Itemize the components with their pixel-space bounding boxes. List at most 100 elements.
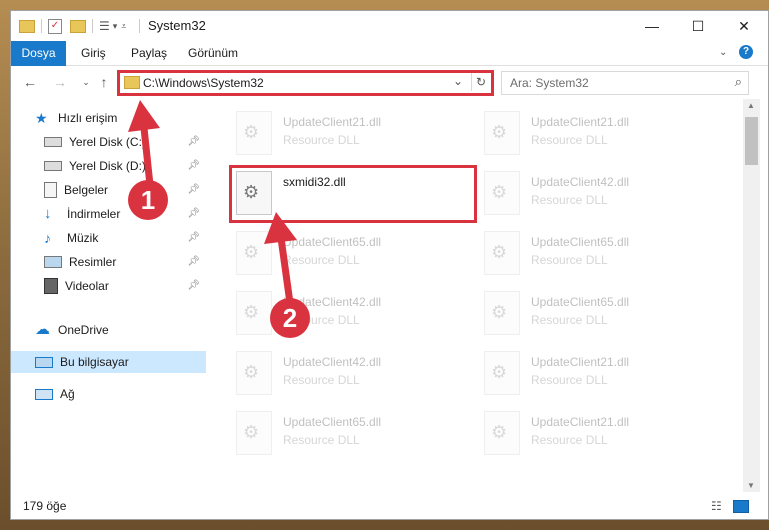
sidebar-item-onedrive[interactable]: ☁ OneDrive bbox=[11, 319, 206, 341]
recent-locations-icon[interactable]: ⌄ bbox=[77, 73, 95, 91]
navigation-pane: ★ Hızlı erişim Yerel Disk (C:) 📌︎ Yerel … bbox=[11, 99, 206, 492]
address-row: ← → ⌄ ↑ C:\Windows\System32 ⌄ ↻ Ara: Sys… bbox=[11, 66, 768, 98]
sidebar-item-label: İndirmeler bbox=[67, 207, 121, 221]
sidebar-item-label: Videolar bbox=[65, 279, 109, 293]
file-item[interactable]: UpdateClient21.dll Resource DLL bbox=[480, 107, 715, 163]
new-folder-icon[interactable] bbox=[70, 19, 86, 33]
file-type: Resource DLL bbox=[283, 253, 360, 267]
file-item[interactable]: UpdateClient65.dll Resource DLL bbox=[232, 407, 467, 463]
sidebar-item-label: Resimler bbox=[69, 255, 117, 269]
file-item[interactable]: UpdateClient42.dll Resource DLL bbox=[232, 347, 467, 403]
dll-file-icon bbox=[236, 231, 272, 275]
dll-file-icon bbox=[236, 351, 272, 395]
customize-toolbar-icon[interactable]: ⩡ bbox=[121, 21, 126, 32]
file-name: UpdateClient21.dll bbox=[531, 115, 630, 129]
file-name: UpdateClient42.dll bbox=[531, 175, 630, 189]
details-view-icon[interactable]: ☷ bbox=[711, 499, 722, 513]
file-name: UpdateClient65.dll bbox=[283, 235, 382, 249]
sidebar-item-music[interactable]: ♪ Müzik 📌︎ bbox=[11, 227, 206, 249]
file-name: UpdateClient65.dll bbox=[531, 235, 630, 249]
sidebar-item-label: OneDrive bbox=[58, 323, 109, 337]
back-icon[interactable]: ← bbox=[21, 73, 39, 91]
file-name: UpdateClient21.dll bbox=[283, 115, 382, 129]
file-item[interactable]: UpdateClient21.dll Resource DLL bbox=[480, 407, 715, 463]
drive-icon bbox=[44, 161, 62, 171]
tab-home[interactable]: Giriş bbox=[71, 41, 116, 65]
search-icon[interactable]: ⌕ bbox=[735, 74, 742, 90]
view-options-icon[interactable]: ☰ bbox=[99, 19, 110, 33]
sidebar-item-this-pc[interactable]: Bu bilgisayar bbox=[11, 351, 206, 373]
file-type: Resource DLL bbox=[531, 313, 608, 327]
tab-share[interactable]: Paylaş bbox=[121, 41, 177, 65]
dll-file-icon bbox=[236, 291, 272, 335]
file-type: Resource DLL bbox=[531, 373, 608, 387]
music-icon: ♪ bbox=[44, 230, 51, 246]
large-icons-view-icon[interactable] bbox=[733, 500, 749, 513]
dll-file-icon bbox=[236, 411, 272, 455]
sidebar-item-label: Yerel Disk (D:) bbox=[69, 159, 146, 173]
item-count: 179 öğe bbox=[23, 499, 67, 513]
search-box[interactable]: Ara: System32 ⌕ bbox=[501, 71, 749, 95]
pin-icon[interactable]: 📌︎ bbox=[187, 184, 200, 195]
file-type: Resource DLL bbox=[531, 193, 608, 207]
sidebar-item-local-disk-c[interactable]: Yerel Disk (C:) 📌︎ bbox=[11, 131, 206, 153]
file-name: UpdateClient65.dll bbox=[283, 415, 382, 429]
file-item[interactable]: UpdateClient21.dll Resource DLL bbox=[232, 107, 467, 163]
scroll-up-icon[interactable]: ▲ bbox=[747, 101, 755, 110]
sidebar-item-label: Ağ bbox=[60, 387, 75, 401]
up-icon[interactable]: ↑ bbox=[95, 73, 113, 91]
tab-view[interactable]: Görünüm bbox=[178, 41, 248, 65]
file-item[interactable]: UpdateClient21.dll Resource DLL bbox=[480, 347, 715, 403]
file-item[interactable]: UpdateClient65.dll Resource DLL bbox=[480, 227, 715, 283]
file-name: UpdateClient21.dll bbox=[531, 415, 630, 429]
file-item[interactable]: UpdateClient42.dll Resource DLL bbox=[480, 167, 715, 223]
file-name: UpdateClient42.dll bbox=[283, 355, 382, 369]
folder-icon bbox=[19, 19, 35, 33]
title-bar: ✓ ☰ ▾ ⩡ System32 — ☐ ✕ bbox=[11, 11, 768, 41]
star-icon: ★ bbox=[35, 110, 48, 126]
ribbon-tabs: Dosya Giriş Paylaş Görünüm ⌄ ? bbox=[11, 41, 768, 97]
window-title: System32 bbox=[148, 18, 206, 33]
computer-icon bbox=[35, 356, 53, 368]
drive-icon bbox=[44, 137, 62, 147]
sidebar-item-label: Yerel Disk (C:) bbox=[69, 135, 146, 149]
chevron-down-icon[interactable]: ▾ bbox=[113, 21, 118, 32]
file-item[interactable]: UpdateClient42.dll Resource DLL bbox=[232, 287, 467, 343]
minimize-button[interactable]: — bbox=[629, 11, 675, 41]
divider bbox=[41, 19, 42, 33]
pin-icon[interactable]: 📌︎ bbox=[187, 256, 200, 267]
sidebar-item-pictures[interactable]: Resimler 📌︎ bbox=[11, 251, 206, 273]
close-button[interactable]: ✕ bbox=[721, 11, 767, 41]
help-icon[interactable]: ? bbox=[739, 45, 753, 59]
pin-icon[interactable]: 📌︎ bbox=[187, 208, 200, 219]
scroll-down-icon[interactable]: ▼ bbox=[747, 481, 755, 490]
sidebar-item-videos[interactable]: Videolar 📌︎ bbox=[11, 275, 206, 297]
file-name: UpdateClient65.dll bbox=[531, 295, 630, 309]
dll-file-icon bbox=[236, 111, 272, 155]
pin-icon[interactable]: 📌︎ bbox=[187, 160, 200, 171]
expand-ribbon-icon[interactable]: ⌄ bbox=[719, 47, 727, 58]
scrollbar-thumb[interactable] bbox=[745, 117, 758, 165]
file-type: Resource DLL bbox=[531, 253, 608, 267]
explorer-window: ✓ ☰ ▾ ⩡ System32 — ☐ ✕ Dosya Giriş Payla… bbox=[10, 10, 769, 520]
pin-icon[interactable]: 📌︎ bbox=[187, 136, 200, 147]
maximize-button[interactable]: ☐ bbox=[675, 11, 721, 41]
forward-icon[interactable]: → bbox=[51, 73, 69, 91]
vertical-scrollbar[interactable]: ▲ ▼ bbox=[743, 99, 760, 492]
sidebar-item-documents[interactable]: Belgeler 📌︎ bbox=[11, 179, 206, 201]
file-item[interactable]: UpdateClient65.dll Resource DLL bbox=[480, 287, 715, 343]
pin-icon[interactable]: 📌︎ bbox=[187, 280, 200, 291]
pin-icon[interactable]: 📌︎ bbox=[187, 232, 200, 243]
search-input[interactable]: Ara: System32 bbox=[510, 76, 589, 90]
sidebar-item-quick-access[interactable]: ★ Hızlı erişim bbox=[11, 107, 206, 129]
file-list: UpdateClient21.dll Resource DLL UpdateCl… bbox=[207, 99, 743, 492]
sidebar-item-local-disk-d[interactable]: Yerel Disk (D:) 📌︎ bbox=[11, 155, 206, 177]
sidebar-item-downloads[interactable]: ↓ İndirmeler 📌︎ bbox=[11, 203, 206, 225]
video-icon bbox=[44, 278, 58, 294]
properties-icon[interactable]: ✓ bbox=[48, 18, 62, 34]
sidebar-item-label: Müzik bbox=[67, 231, 99, 245]
file-item[interactable]: UpdateClient65.dll Resource DLL bbox=[232, 227, 467, 283]
sidebar-item-network[interactable]: Ağ bbox=[11, 383, 206, 405]
documents-icon bbox=[44, 182, 57, 198]
sidebar-item-label: Hızlı erişim bbox=[58, 111, 118, 125]
